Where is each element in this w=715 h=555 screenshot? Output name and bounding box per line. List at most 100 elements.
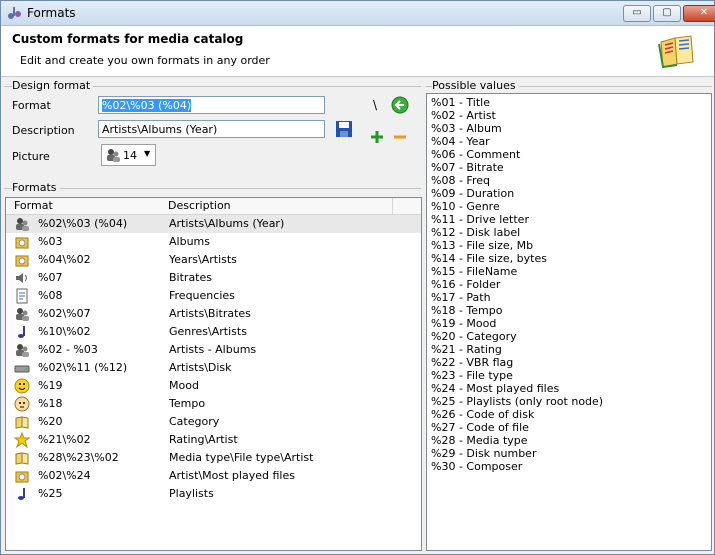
format-row[interactable]: %03 Albums bbox=[6, 233, 392, 251]
possible-value-item[interactable]: %16 - Folder bbox=[431, 278, 500, 291]
possible-value-item[interactable]: %22 - VBR flag bbox=[431, 356, 513, 369]
possible-value-item[interactable]: %01 - Title bbox=[431, 96, 490, 109]
possible-value-item[interactable]: %03 - Album bbox=[431, 122, 502, 135]
format-row[interactable]: %07 Bitrates bbox=[6, 269, 392, 287]
column-header-description[interactable]: Description bbox=[164, 198, 393, 215]
format-cell: %02\%11 (%12) bbox=[38, 361, 128, 374]
format-row[interactable]: %02\%03 (%04) Artists\Albums (Year) bbox=[6, 215, 421, 233]
possible-value-item[interactable]: %30 - Composer bbox=[431, 460, 522, 473]
formats-list[interactable]: Format Description %02\%03 (%04) Artists\… bbox=[5, 197, 422, 551]
possible-value-item[interactable]: %10 - Genre bbox=[431, 200, 500, 213]
column-header-format[interactable]: Format bbox=[6, 198, 173, 215]
format-cell: %21\%02 bbox=[38, 433, 91, 446]
format-row[interactable]: %20 Category bbox=[6, 413, 392, 431]
book-icon bbox=[15, 452, 29, 465]
book-icon bbox=[15, 416, 29, 429]
format-row[interactable]: %19 Mood bbox=[6, 377, 392, 395]
format-cell: %18 bbox=[38, 397, 63, 410]
description-cell: Artists\Albums (Year) bbox=[169, 217, 285, 230]
maximize-button[interactable]: ▢ bbox=[653, 5, 681, 22]
formats-group-label: Formats bbox=[12, 181, 60, 194]
possible-value-item[interactable]: %08 - Freq bbox=[431, 174, 490, 187]
possible-value-item[interactable]: %23 - File type bbox=[431, 369, 513, 382]
album-icon bbox=[15, 237, 29, 249]
format-cell: %08 bbox=[38, 289, 63, 302]
possible-value-item[interactable]: %02 - Artist bbox=[431, 109, 496, 122]
description-cell: Artists\Disk bbox=[169, 361, 232, 374]
separator-symbol[interactable]: \ bbox=[373, 98, 377, 112]
description-input[interactable]: Artists\Albums (Year) bbox=[98, 120, 325, 138]
description-cell: Tempo bbox=[169, 397, 206, 410]
possible-value-item[interactable]: %26 - Code of disk bbox=[431, 408, 534, 421]
description-input-value: Artists\Albums (Year) bbox=[102, 123, 218, 136]
description-cell: Category bbox=[169, 415, 220, 428]
format-row[interactable]: %18 Tempo bbox=[6, 395, 392, 413]
artist-icon bbox=[16, 344, 29, 357]
possible-value-item[interactable]: %04 - Year bbox=[431, 135, 490, 148]
possible-value-item[interactable]: %06 - Comment bbox=[431, 148, 520, 161]
close-button[interactable]: ✕ bbox=[683, 5, 715, 22]
possible-values-list[interactable]: %01 - Title %02 - Artist %03 - Album %04 - … bbox=[426, 93, 712, 551]
possible-value-item[interactable]: %21 - Rating bbox=[431, 343, 502, 356]
description-cell: Years\Artists bbox=[169, 253, 237, 266]
format-cell: %20 bbox=[38, 415, 63, 428]
possible-value-item[interactable]: %11 - Drive letter bbox=[431, 213, 529, 226]
possible-value-item[interactable]: %27 - Code of file bbox=[431, 421, 529, 434]
description-cell: Playlists bbox=[169, 487, 214, 500]
possible-value-item[interactable]: %17 - Path bbox=[431, 291, 491, 304]
format-row[interactable]: %02\%24 Artist\Most played files bbox=[6, 467, 392, 485]
possible-value-item[interactable]: %24 - Most played files bbox=[431, 382, 559, 395]
possible-value-item[interactable]: %19 - Mood bbox=[431, 317, 496, 330]
formats-group-border bbox=[4, 188, 421, 189]
artist-icon bbox=[16, 308, 29, 321]
description-cell: Rating\Artist bbox=[169, 433, 238, 446]
format-row[interactable]: %21\%02 Rating\Artist bbox=[6, 431, 392, 449]
possible-value-item[interactable]: %09 - Duration bbox=[431, 187, 514, 200]
format-row[interactable]: %10\%02 Genres\Artists bbox=[6, 323, 392, 341]
format-row[interactable]: %25 Playlists bbox=[6, 485, 392, 503]
save-icon[interactable] bbox=[335, 120, 353, 138]
possible-value-item[interactable]: %29 - Disk number bbox=[431, 447, 536, 460]
dropdown-arrow-icon[interactable]: ▼ bbox=[144, 149, 150, 158]
format-input[interactable]: %02\%03 (%04) bbox=[98, 96, 325, 114]
star-icon bbox=[14, 432, 30, 448]
minimize-button[interactable]: ▭ bbox=[623, 5, 651, 22]
title-bar[interactable]: Formats ▭ ▢ ✕ bbox=[1, 1, 715, 26]
format-row[interactable]: %04\%02 Years\Artists bbox=[6, 251, 392, 269]
description-cell: Frequencies bbox=[169, 289, 235, 302]
format-row[interactable]: %02 - %03 Artists - Albums bbox=[6, 341, 392, 359]
column-header-spacer bbox=[393, 198, 421, 215]
format-row[interactable]: %08 Frequencies bbox=[6, 287, 392, 305]
possible-value-item[interactable]: %12 - Disk label bbox=[431, 226, 520, 239]
dialog-header: Custom formats for media catalog Edit an… bbox=[1, 26, 714, 77]
possible-value-item[interactable]: %07 - Bitrate bbox=[431, 161, 504, 174]
possible-value-item[interactable]: %15 - FileName bbox=[431, 265, 517, 278]
possible-value-item[interactable]: %14 - File size, bytes bbox=[431, 252, 547, 265]
description-cell: Albums bbox=[169, 235, 210, 248]
possible-value-item[interactable]: %25 - Playlists (only root node) bbox=[431, 395, 603, 408]
speaker-icon bbox=[16, 273, 27, 283]
possible-value-item[interactable]: %18 - Tempo bbox=[431, 304, 502, 317]
possible-value-item[interactable]: %28 - Media type bbox=[431, 434, 528, 447]
artist-icon bbox=[16, 218, 29, 231]
format-cell: %19 bbox=[38, 379, 63, 392]
header-title: Custom formats for media catalog bbox=[12, 32, 244, 46]
format-row[interactable]: %02\%07 Artists\Bitrates bbox=[6, 305, 392, 323]
drive-icon bbox=[14, 365, 30, 373]
format-row[interactable]: %28\%23\%02 Media type\File type\Artist bbox=[6, 449, 392, 467]
artist-icon bbox=[107, 149, 120, 162]
possible-group-label: Possible values bbox=[432, 79, 519, 92]
possible-value-item[interactable]: %13 - File size, Mb bbox=[431, 239, 533, 252]
description-cell: Artist\Most played files bbox=[169, 469, 295, 482]
description-cell: Artists\Bitrates bbox=[169, 307, 251, 320]
format-cell: %02\%03 (%04) bbox=[38, 217, 128, 230]
remove-icon[interactable] bbox=[391, 128, 409, 146]
description-label: Description bbox=[12, 124, 75, 137]
format-row[interactable]: %02\%11 (%12) Artists\Disk bbox=[6, 359, 392, 377]
add-icon[interactable] bbox=[368, 128, 386, 146]
album-icon bbox=[15, 471, 29, 483]
format-label: Format bbox=[12, 99, 51, 112]
apply-arrow-icon[interactable] bbox=[391, 96, 409, 114]
possible-value-item[interactable]: %20 - Category bbox=[431, 330, 517, 343]
picture-select[interactable]: 14 ▼ bbox=[101, 144, 156, 166]
